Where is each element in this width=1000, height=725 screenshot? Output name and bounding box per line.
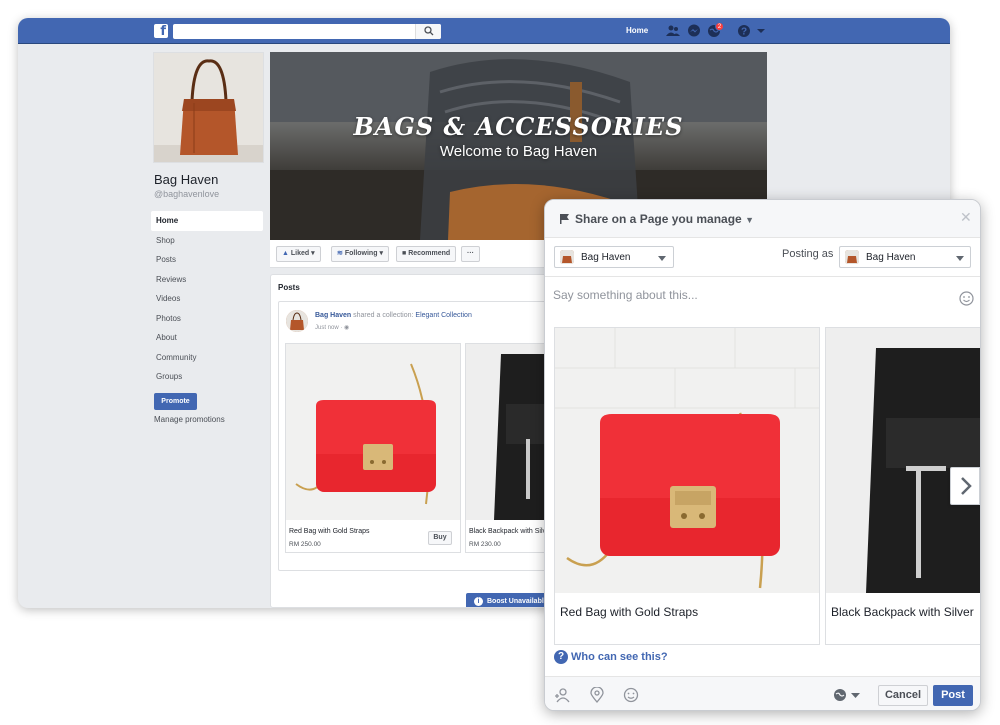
post-author-avatar[interactable] bbox=[286, 310, 308, 332]
facebook-logo-icon[interactable]: f bbox=[154, 24, 168, 38]
posting-as-value: Bag Haven bbox=[866, 252, 916, 263]
location-pin-icon[interactable] bbox=[589, 687, 605, 703]
who-can-see-link[interactable]: Who can see this? bbox=[571, 651, 668, 663]
post-button[interactable]: Post bbox=[933, 685, 973, 706]
notification-badge: 2 bbox=[715, 22, 724, 31]
dialog-footer: Cancel Post bbox=[545, 676, 980, 710]
manage-promotions-link[interactable]: Manage promotions bbox=[154, 415, 225, 424]
following-button[interactable]: ≋ Following ▾ bbox=[331, 246, 389, 262]
post-collection-link[interactable]: Elegant Collection bbox=[415, 312, 471, 319]
cover-subtitle: Welcome to Bag Haven bbox=[439, 143, 598, 160]
cancel-button[interactable]: Cancel bbox=[878, 685, 928, 706]
carousel-next-button[interactable] bbox=[950, 467, 980, 505]
brown-tote-bag-image bbox=[154, 53, 263, 162]
thumbs-up-icon: ▲ bbox=[282, 250, 289, 257]
chevron-down-icon bbox=[956, 256, 964, 261]
more-options-button[interactable]: ··· bbox=[461, 246, 480, 262]
nav-item-reviews[interactable]: Reviews bbox=[151, 270, 263, 290]
product-card-red-bag[interactable]: Red Bag with Gold Straps RM 250.00 Buy bbox=[285, 343, 461, 553]
chevron-down-icon[interactable] bbox=[851, 691, 860, 700]
page-name[interactable]: Bag Haven bbox=[154, 172, 218, 187]
product-price: RM 250.00 bbox=[289, 541, 321, 548]
nav-item-community[interactable]: Community bbox=[151, 348, 263, 368]
feeling-icon[interactable] bbox=[623, 687, 639, 703]
tag-people-icon[interactable] bbox=[554, 687, 570, 703]
nav-home-link[interactable]: Home bbox=[626, 26, 648, 35]
boost-label: Boost Unavailable bbox=[487, 598, 548, 605]
dialog-title-text: Share on a Page you manage bbox=[575, 212, 742, 226]
cover-headline: BAGS & ACCESSORIES bbox=[353, 112, 684, 141]
page-profile-picture[interactable] bbox=[153, 52, 264, 163]
product-price: RM 230.00 bbox=[469, 541, 501, 548]
help-icon[interactable]: ? bbox=[737, 24, 751, 38]
red-bag-image bbox=[286, 344, 460, 520]
dialog-title[interactable]: Share on a Page you manage ▼ bbox=[575, 212, 754, 226]
info-icon: i bbox=[474, 597, 483, 606]
svg-text:?: ? bbox=[741, 27, 747, 38]
page-avatar bbox=[560, 250, 574, 264]
buy-button[interactable]: Buy bbox=[428, 531, 452, 545]
say-something-input[interactable] bbox=[553, 284, 948, 306]
product-name: Black Backpack with Silver bbox=[831, 605, 974, 619]
post-shared-text: shared a collection: bbox=[353, 312, 414, 319]
product-name: Black Backpack with Silver bbox=[469, 528, 553, 535]
account-menu-caret-icon[interactable] bbox=[757, 27, 765, 35]
dialog-header: Share on a Page you manage ▼ ✕ bbox=[545, 200, 980, 238]
page-handle[interactable]: @baghavenlove bbox=[154, 189, 219, 199]
messenger-icon[interactable] bbox=[687, 24, 701, 38]
liked-button[interactable]: ▲ Liked ▾ bbox=[276, 246, 321, 262]
dialog-product-card-red-bag[interactable]: Red Bag with Gold Straps bbox=[554, 327, 820, 645]
page-left-navigation: Home Shop Posts Reviews Videos Photos Ab… bbox=[151, 211, 263, 387]
post-author-link[interactable]: Bag Haven bbox=[315, 312, 351, 319]
search-icon bbox=[424, 26, 434, 36]
chevron-down-icon: ▼ bbox=[745, 215, 754, 225]
posting-as-label: Posting as bbox=[782, 248, 834, 260]
nav-item-shop[interactable]: Shop bbox=[151, 231, 263, 251]
search-button[interactable] bbox=[415, 24, 441, 39]
black-backpack-image bbox=[826, 328, 980, 593]
friend-requests-icon[interactable] bbox=[666, 24, 680, 38]
product-name: Red Bag with Gold Straps bbox=[560, 605, 699, 619]
nav-item-posts[interactable]: Posts bbox=[151, 250, 263, 270]
rss-icon: ≋ bbox=[337, 250, 343, 257]
close-icon[interactable]: ✕ bbox=[960, 209, 972, 226]
promote-button[interactable]: Promote bbox=[154, 393, 197, 410]
speech-bubble-icon: ■ bbox=[402, 250, 407, 257]
share-page-select[interactable]: Bag Haven bbox=[554, 246, 674, 268]
posting-as-select[interactable]: Bag Haven bbox=[839, 246, 971, 268]
post-header: Bag Haven shared a collection: Elegant C… bbox=[315, 312, 472, 319]
divider bbox=[545, 276, 980, 277]
chevron-right-icon bbox=[961, 477, 972, 495]
following-label: Following bbox=[344, 250, 378, 257]
help-icon[interactable]: ? bbox=[554, 650, 568, 664]
tote-bag-avatar-image bbox=[845, 250, 859, 264]
selected-page: Bag Haven bbox=[581, 252, 631, 263]
audience-globe-icon[interactable] bbox=[832, 687, 848, 703]
tote-bag-avatar-image bbox=[560, 250, 574, 264]
search-input[interactable] bbox=[173, 24, 441, 39]
share-dialog: Share on a Page you manage ▼ ✕ Bag Haven… bbox=[544, 199, 981, 711]
posts-section-title: Posts bbox=[278, 283, 300, 292]
chevron-down-icon bbox=[658, 256, 666, 261]
emoji-icon[interactable] bbox=[959, 291, 974, 306]
post-time-text: Just now · bbox=[315, 325, 343, 331]
nav-item-videos[interactable]: Videos bbox=[151, 289, 263, 309]
recommend-button[interactable]: ■ Recommend bbox=[396, 246, 457, 262]
globe-icon: ◉ bbox=[344, 325, 350, 331]
post-timestamp[interactable]: Just now · ◉ bbox=[315, 324, 349, 331]
posts-section: Posts Bag Haven shared a collection: Ele… bbox=[270, 274, 560, 608]
flag-icon bbox=[560, 214, 569, 224]
nav-item-home[interactable]: Home bbox=[151, 211, 263, 231]
recommend-label: Recommend bbox=[408, 250, 451, 257]
tote-bag-avatar-image bbox=[286, 310, 308, 332]
product-name: Red Bag with Gold Straps bbox=[289, 528, 370, 535]
nav-item-photos[interactable]: Photos bbox=[151, 309, 263, 329]
red-bag-image bbox=[555, 328, 819, 593]
nav-item-groups[interactable]: Groups bbox=[151, 367, 263, 387]
nav-item-about[interactable]: About bbox=[151, 328, 263, 348]
collection-post: Bag Haven shared a collection: Elegant C… bbox=[278, 301, 559, 571]
page-avatar bbox=[845, 250, 859, 264]
top-navigation-bar: f Home 2 ? bbox=[18, 18, 950, 44]
liked-label: Liked bbox=[290, 250, 310, 257]
